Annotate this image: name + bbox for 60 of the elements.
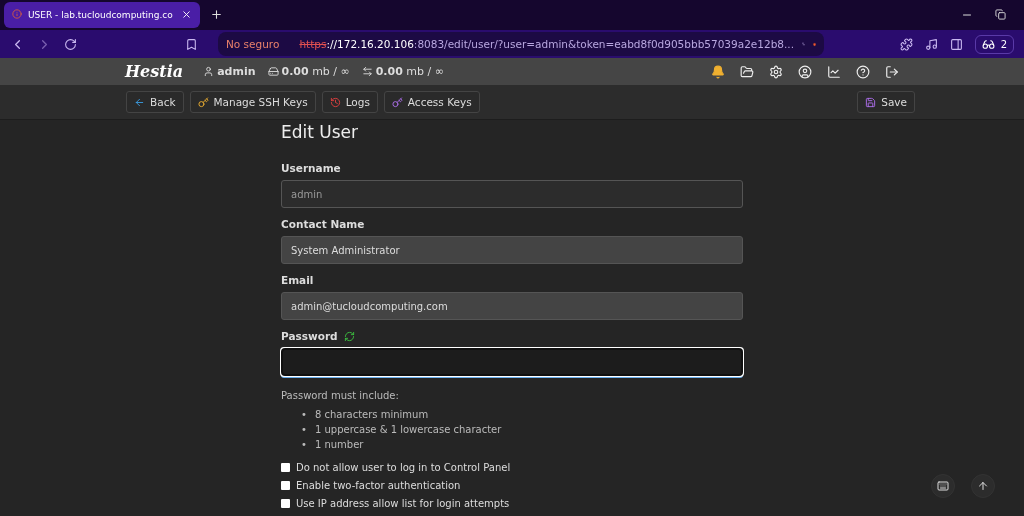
password-rule: 1 uppercase & 1 lowercase character xyxy=(314,423,502,437)
field-label: Email xyxy=(281,274,314,286)
back-arrow-icon xyxy=(134,96,145,108)
field-label: Username xyxy=(281,162,341,174)
folder-icon[interactable] xyxy=(740,64,754,79)
logout-icon[interactable] xyxy=(885,64,899,79)
checkbox-label: Do not allow user to log in to Control Panel xyxy=(296,462,511,473)
sidebar-icon[interactable] xyxy=(949,37,963,51)
close-icon[interactable] xyxy=(181,9,192,21)
checkbox-label: Use IP address allow list for login attempts xyxy=(296,498,510,509)
bell-icon[interactable] xyxy=(711,64,725,79)
field-label: Password xyxy=(281,330,338,342)
history-icon xyxy=(329,96,341,108)
refresh-icon[interactable] xyxy=(343,330,355,342)
help-icon[interactable] xyxy=(856,64,870,79)
restore-icon[interactable] xyxy=(995,9,1006,20)
chart-icon[interactable] xyxy=(827,64,841,79)
user-icon xyxy=(203,66,215,78)
username-text: admin xyxy=(217,65,256,79)
bullet: • xyxy=(301,423,307,437)
input-field[interactable]: System Administrator xyxy=(281,236,743,264)
settings-icon[interactable] xyxy=(769,64,783,79)
address-bar[interactable]: No seguro https://172.16.20.106:8083/edit/user/?user=admin&token=eabd8f0d905bbb57039a2e12b8... xyxy=(218,32,824,57)
tab-favicon-icon xyxy=(12,8,22,22)
back-button[interactable]: Back xyxy=(126,91,184,114)
music-icon[interactable] xyxy=(924,37,938,51)
logo[interactable]: Hestia xyxy=(125,62,184,82)
keyboard-icon xyxy=(937,480,949,492)
browser-tab[interactable]: USER - lab.tucloudcomputing.co xyxy=(4,2,200,28)
input-field[interactable] xyxy=(281,348,743,376)
checkbox-label: Enable two-factor authentication xyxy=(296,480,461,491)
page-title: Edit User xyxy=(281,122,360,142)
new-tab-icon[interactable] xyxy=(210,8,223,22)
reload-icon[interactable] xyxy=(64,37,77,51)
bullet: • xyxy=(301,408,307,422)
bookmark-icon[interactable] xyxy=(185,37,198,51)
key-icon xyxy=(391,96,403,108)
transfer-arrows-icon xyxy=(361,66,373,78)
user-icon[interactable] xyxy=(798,64,812,79)
field-label: Contact Name xyxy=(281,218,365,230)
password-rule: 1 number xyxy=(314,438,364,452)
checkbox[interactable] xyxy=(281,481,290,490)
keyboard-button[interactable] xyxy=(931,474,955,498)
input-field[interactable]: admin@tucloudcomputing.com xyxy=(281,292,743,320)
password-rule: 8 characters minimum xyxy=(314,408,429,422)
puzzle-icon[interactable] xyxy=(899,37,913,51)
access-button[interactable]: Access Keys xyxy=(383,91,480,114)
bullet: • xyxy=(301,438,307,452)
ssh-button[interactable]: Manage SSH Keys xyxy=(189,91,316,114)
checkbox[interactable] xyxy=(281,463,290,472)
checkbox[interactable] xyxy=(281,499,290,508)
bandwidth-usage: 0.00 mb / ∞ xyxy=(375,65,444,79)
shield-badge[interactable]: 2 xyxy=(974,34,1014,54)
password-hint: Password must include: xyxy=(281,390,400,401)
save-button[interactable]: Save xyxy=(857,91,915,114)
logs-button[interactable]: Logs xyxy=(321,91,378,114)
scroll-top-button[interactable] xyxy=(971,474,995,498)
disk-usage: 0.00 mb / ∞ xyxy=(281,65,350,79)
arrow-up-icon xyxy=(977,480,989,492)
key-icon xyxy=(197,96,209,108)
